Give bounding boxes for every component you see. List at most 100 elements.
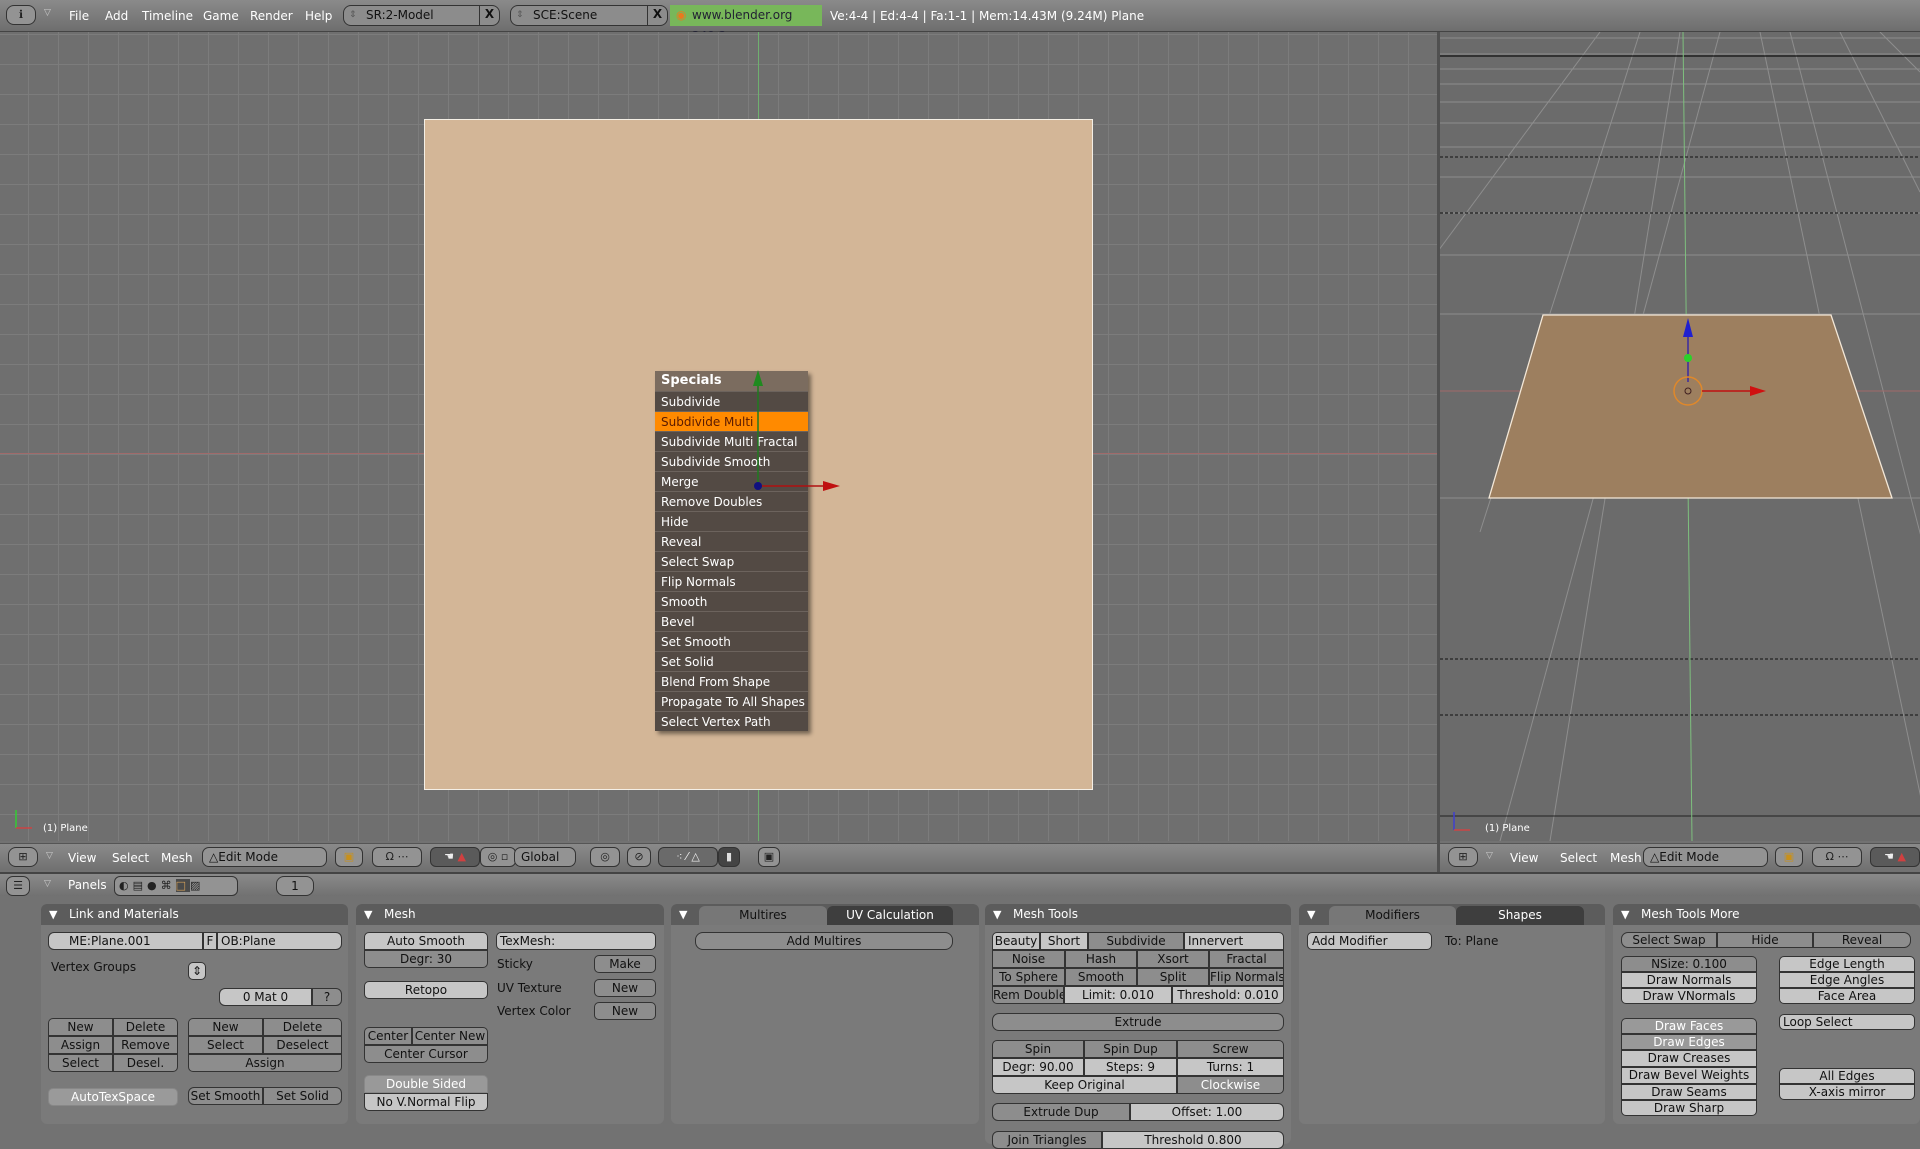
- menu-item-select-vertex-path[interactable]: Select Vertex Path: [655, 711, 808, 731]
- menu-mesh[interactable]: Mesh: [161, 851, 193, 865]
- menu-item-smooth[interactable]: Smooth: [655, 591, 808, 611]
- info-window-type-icon[interactable]: ℹ: [6, 5, 36, 25]
- join-threshold-field[interactable]: Threshold 0.800: [1102, 1131, 1284, 1149]
- flip-normals-button[interactable]: Flip Normals: [1209, 968, 1284, 986]
- menu-mesh[interactable]: Mesh: [1610, 851, 1642, 865]
- join-triangles-button[interactable]: Join Triangles: [992, 1131, 1102, 1149]
- center-cursor-button[interactable]: Center Cursor: [364, 1045, 488, 1063]
- menu-render[interactable]: Render: [250, 9, 293, 23]
- add-multires-button[interactable]: Add Multires: [695, 932, 953, 950]
- center-new-button[interactable]: Center New: [412, 1027, 488, 1045]
- menu-item-blend-from-shape[interactable]: Blend From Shape: [655, 671, 808, 691]
- panel-header[interactable]: ▼ Link and Materials: [41, 904, 348, 925]
- mat-assign-button[interactable]: Assign: [188, 1054, 342, 1072]
- x-axis-mirror-toggle[interactable]: X-axis mirror: [1779, 1084, 1915, 1100]
- retopo-toggle[interactable]: Retopo: [364, 981, 488, 999]
- fake-user-button[interactable]: F: [203, 932, 217, 950]
- vg-delete-button[interactable]: Delete: [113, 1018, 178, 1036]
- menu-item-set-solid[interactable]: Set Solid: [655, 651, 808, 671]
- transform-manipulator[interactable]: [740, 362, 850, 502]
- collapse-menu-icon[interactable]: ▽: [44, 8, 51, 18]
- vertex-color-new-button[interactable]: New: [594, 1002, 656, 1020]
- screen-name[interactable]: SR:2-Model: [366, 8, 434, 22]
- corner-cut-dropdown[interactable]: Innervert: [1184, 932, 1284, 950]
- manipulator-rotate-scale-icon[interactable]: ◎ ▫: [480, 847, 516, 867]
- collapse-menu-icon[interactable]: ▽: [1486, 851, 1493, 861]
- clockwise-toggle[interactable]: Clockwise: [1177, 1076, 1284, 1094]
- offset-field[interactable]: Offset: 1.00: [1130, 1103, 1284, 1121]
- screw-button[interactable]: Screw: [1177, 1040, 1284, 1058]
- collapse-menu-icon[interactable]: ▽: [46, 851, 53, 861]
- tab-modifiers[interactable]: Modifiers: [1329, 906, 1456, 925]
- collapse-triangle-icon[interactable]: ▼: [993, 904, 1001, 925]
- vg-deselect-button[interactable]: Desel.: [113, 1054, 178, 1072]
- collapse-triangle-icon[interactable]: ▼: [1621, 904, 1629, 925]
- mat-new-button[interactable]: New: [188, 1018, 263, 1036]
- menu-item-hide[interactable]: Hide: [655, 511, 808, 531]
- sticky-make-button[interactable]: Make: [594, 955, 656, 973]
- vg-new-button[interactable]: New: [48, 1018, 113, 1036]
- collapse-menu-icon[interactable]: ▽: [44, 879, 51, 889]
- smooth-button[interactable]: Smooth: [1065, 968, 1137, 986]
- mat-deselect-button[interactable]: Deselect: [263, 1036, 342, 1054]
- keep-original-toggle[interactable]: Keep Original: [992, 1076, 1177, 1094]
- mat-delete-button[interactable]: Delete: [263, 1018, 342, 1036]
- menu-select[interactable]: Select: [1560, 851, 1597, 865]
- scene-selector[interactable]: ⇕ SCE:Scene X: [510, 5, 668, 26]
- tab-uv-calculation[interactable]: UV Calculation: [827, 906, 953, 925]
- rem-double-button[interactable]: Rem Double: [992, 986, 1064, 1004]
- auto-smooth-toggle[interactable]: Auto Smooth: [364, 932, 488, 950]
- occlude-geometry-icon[interactable]: ▮: [718, 847, 740, 867]
- proportional-edit-icon[interactable]: ◎: [590, 847, 620, 867]
- material-help-button[interactable]: ?: [312, 988, 342, 1006]
- menu-view[interactable]: View: [1510, 851, 1538, 865]
- beauty-toggle[interactable]: Beauty: [992, 932, 1040, 950]
- autotexspace-toggle[interactable]: AutoTexSpace: [48, 1088, 178, 1106]
- mat-select-button[interactable]: Select: [188, 1036, 263, 1054]
- collapse-triangle-icon[interactable]: ▼: [1307, 904, 1315, 925]
- mode-dropdown[interactable]: △Edit Mode: [202, 847, 327, 867]
- uv-texture-new-button[interactable]: New: [594, 979, 656, 997]
- viewport-divider[interactable]: [1437, 32, 1440, 872]
- pivot-point-icon[interactable]: Ω ⋯: [1812, 847, 1862, 867]
- menu-timeline[interactable]: Timeline: [142, 9, 193, 23]
- add-modifier-dropdown[interactable]: Add Modifier: [1307, 932, 1432, 950]
- draw-type-icon[interactable]: ▣: [1775, 847, 1803, 867]
- panel-header[interactable]: ▼ Mesh Tools More: [1613, 904, 1920, 925]
- menu-item-bevel[interactable]: Bevel: [655, 611, 808, 631]
- draw-normals-toggle[interactable]: Draw Normals: [1621, 972, 1757, 988]
- tab-multires[interactable]: Multires: [699, 906, 827, 925]
- menu-item-reveal[interactable]: Reveal: [655, 531, 808, 551]
- menu-view[interactable]: View: [68, 851, 96, 865]
- draw-seams-toggle[interactable]: Draw Seams: [1621, 1084, 1757, 1100]
- scene-name[interactable]: SCE:Scene: [533, 8, 597, 22]
- face-area-toggle[interactable]: Face Area: [1779, 988, 1915, 1004]
- set-solid-button[interactable]: Set Solid: [263, 1087, 342, 1105]
- select-swap-button[interactable]: Select Swap: [1621, 932, 1717, 948]
- panel-header[interactable]: ▼ Mesh: [356, 904, 664, 925]
- menu-item-propagate-to-all-shapes[interactable]: Propagate To All Shapes: [655, 691, 808, 711]
- double-sided-toggle[interactable]: Double Sided: [364, 1075, 488, 1093]
- menu-add[interactable]: Add: [105, 9, 128, 23]
- spin-button[interactable]: Spin: [992, 1040, 1084, 1058]
- menu-file[interactable]: File: [69, 9, 89, 23]
- draw-bevel-weights-toggle[interactable]: Draw Bevel Weights: [1621, 1067, 1757, 1084]
- delete-scene-icon[interactable]: X: [647, 5, 667, 26]
- draw-type-icon[interactable]: ▣: [335, 847, 363, 867]
- delete-screen-icon[interactable]: X: [479, 5, 499, 26]
- menu-game[interactable]: Game: [203, 9, 239, 23]
- turns-field[interactable]: Turns: 1: [1177, 1058, 1284, 1076]
- extrude-dup-button[interactable]: Extrude Dup: [992, 1103, 1130, 1121]
- spin-dup-button[interactable]: Spin Dup: [1084, 1040, 1177, 1058]
- vg-select-button[interactable]: Select: [48, 1054, 113, 1072]
- material-index-field[interactable]: 0 Mat 0: [219, 988, 312, 1006]
- vg-assign-button[interactable]: Assign: [48, 1036, 113, 1054]
- noise-button[interactable]: Noise: [992, 950, 1065, 968]
- object-name-field[interactable]: OB:Plane: [217, 932, 342, 950]
- short-toggle[interactable]: Short: [1040, 932, 1088, 950]
- perspective-3d-viewport[interactable]: (1) Plane: [1440, 32, 1920, 841]
- fractal-button[interactable]: Fractal: [1209, 950, 1284, 968]
- all-edges-toggle[interactable]: All Edges: [1779, 1068, 1915, 1084]
- loop-select-dropdown[interactable]: Loop Select: [1779, 1014, 1915, 1030]
- frame-number-field[interactable]: 1: [276, 876, 314, 896]
